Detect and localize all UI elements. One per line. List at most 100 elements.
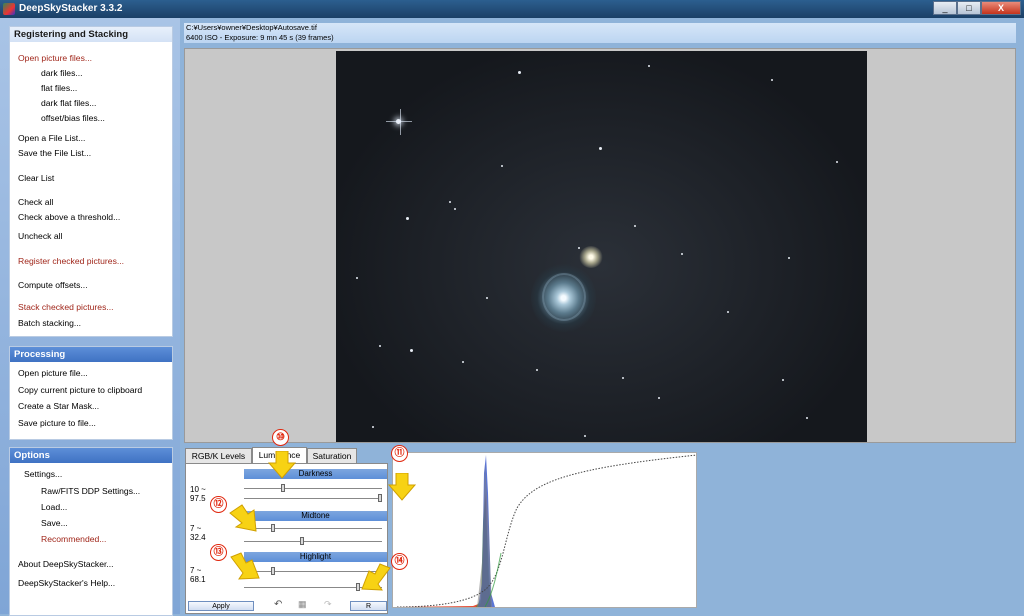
star [578, 247, 580, 249]
star [410, 349, 413, 352]
uncheck-all-link[interactable]: Uncheck all [18, 231, 62, 241]
minimize-button[interactable]: _ [933, 1, 957, 15]
redo-icon[interactable]: ↷ [324, 599, 332, 610]
about-link[interactable]: About DeepSkyStacker... [18, 559, 114, 569]
callout-10: ⑩ [272, 429, 289, 446]
callout-13: ⑬ [210, 544, 227, 561]
save-picture-link[interactable]: Save picture to file... [18, 418, 96, 428]
highlight-header: Highlight [244, 552, 387, 562]
open-file-list-link[interactable]: Open a File List... [18, 133, 85, 143]
close-button[interactable]: X [981, 1, 1021, 15]
load-settings-link[interactable]: Load... [41, 502, 67, 512]
midtone-value-2: 32.4 [190, 533, 206, 542]
save-file-list-link[interactable]: Save the File List... [18, 148, 91, 158]
star [788, 257, 790, 259]
star [536, 369, 538, 371]
callout-12: ⑫ [210, 496, 227, 513]
arrow-10-icon [267, 451, 297, 479]
maximize-button[interactable]: □ [957, 1, 981, 15]
star [386, 121, 412, 122]
darkness-slider-2[interactable] [244, 494, 382, 502]
exposure-info: 6400 ISO - Exposure: 9 mn 45 s (39 frame… [186, 32, 334, 42]
star [622, 377, 624, 379]
tab-saturation[interactable]: Saturation [307, 448, 357, 463]
midtone-slider-2[interactable] [244, 537, 382, 545]
undo-icon[interactable]: ↶ [274, 599, 282, 610]
registering-panel: Registering and Stacking Open picture fi… [9, 26, 173, 337]
star [727, 311, 729, 313]
window-title: DeepSkyStacker 3.3.2 [19, 3, 123, 14]
options-panel: Options Settings... Raw/FITS DDP Setting… [9, 447, 173, 616]
callout-11: ⑪ [391, 445, 408, 462]
midtone-slider[interactable] [244, 524, 382, 532]
star [400, 109, 401, 135]
image-viewer[interactable] [184, 48, 1016, 443]
histogram-plot [396, 454, 696, 607]
copy-to-clipboard-link[interactable]: Copy current picture to clipboard [18, 385, 142, 395]
tab-rgb-levels[interactable]: RGB/K Levels [185, 448, 252, 463]
apply-button[interactable]: Apply [188, 601, 254, 611]
luminance-curve [396, 454, 696, 607]
highlight-value-2: 68.1 [190, 575, 206, 584]
star [406, 217, 409, 220]
arrow-13-icon [230, 552, 260, 580]
recommended-link[interactable]: Recommended... [41, 534, 106, 544]
open-picture-files-link[interactable]: Open picture files... [18, 53, 92, 63]
check-all-link[interactable]: Check all [18, 197, 53, 207]
galaxy-arm [542, 273, 586, 321]
star [806, 417, 808, 419]
check-above-threshold-link[interactable]: Check above a threshold... [18, 212, 120, 222]
settings-icon[interactable]: ▦ [298, 599, 307, 610]
help-link[interactable]: DeepSkyStacker's Help... [18, 578, 115, 588]
offset-bias-files-link[interactable]: offset/bias files... [41, 113, 105, 123]
star [356, 277, 358, 279]
star [518, 71, 521, 74]
adjustment-area: RGB/K Levels Luminance Saturation Darkne… [184, 429, 1024, 614]
star [449, 201, 451, 203]
star [836, 161, 838, 163]
star [599, 147, 602, 150]
star [634, 225, 636, 227]
open-picture-file-link[interactable]: Open picture file... [18, 368, 88, 378]
star [486, 297, 488, 299]
register-checked-link[interactable]: Register checked pictures... [18, 256, 124, 266]
title-bar: DeepSkyStacker 3.3.2 _ □ X [0, 0, 1024, 18]
star [379, 345, 381, 347]
midtone-thumb[interactable] [271, 524, 275, 532]
star [501, 165, 503, 167]
processing-header: Processing [10, 347, 172, 362]
star [648, 65, 650, 67]
settings-link[interactable]: Settings... [24, 469, 62, 479]
luminance-pane: Darkness 10 ~ 97.5 Midtone 7 ~ 32.4 High… [185, 463, 388, 614]
star [681, 253, 683, 255]
reset-button[interactable]: R [350, 601, 387, 611]
star [584, 435, 586, 437]
darkness-thumb[interactable] [281, 484, 285, 492]
compute-offsets-link[interactable]: Compute offsets... [18, 280, 88, 290]
companion-galaxy [579, 246, 603, 268]
save-settings-link[interactable]: Save... [41, 518, 68, 528]
callout-14: ⑭ [391, 553, 408, 570]
create-star-mask-link[interactable]: Create a Star Mask... [18, 401, 99, 411]
file-path: C:¥Users¥owner¥Desktop¥Autosave.tif [186, 23, 317, 32]
clear-list-link[interactable]: Clear List [18, 173, 54, 183]
highlight-thumb[interactable] [271, 567, 275, 575]
star [372, 426, 374, 428]
astro-image[interactable] [336, 51, 867, 442]
histogram-red [397, 493, 491, 607]
flat-files-link[interactable]: flat files... [41, 83, 77, 93]
darkness-slider[interactable] [244, 484, 382, 492]
midtone-thumb-2[interactable] [300, 537, 304, 545]
midtone-value-1: 7 ~ [190, 524, 202, 533]
darkness-value-2: 97.5 [190, 494, 206, 503]
stack-checked-link[interactable]: Stack checked pictures... [18, 302, 114, 312]
histogram[interactable] [392, 452, 697, 608]
star [771, 79, 773, 81]
batch-stacking-link[interactable]: Batch stacking... [18, 318, 81, 328]
darkness-thumb-2[interactable] [378, 494, 382, 502]
dark-files-link[interactable]: dark files... [41, 68, 83, 78]
dark-flat-files-link[interactable]: dark flat files... [41, 98, 96, 108]
arrow-12-icon [229, 504, 257, 532]
processing-panel: Processing Open picture file... Copy cur… [9, 346, 173, 440]
raw-fits-settings-link[interactable]: Raw/FITS DDP Settings... [41, 486, 140, 496]
